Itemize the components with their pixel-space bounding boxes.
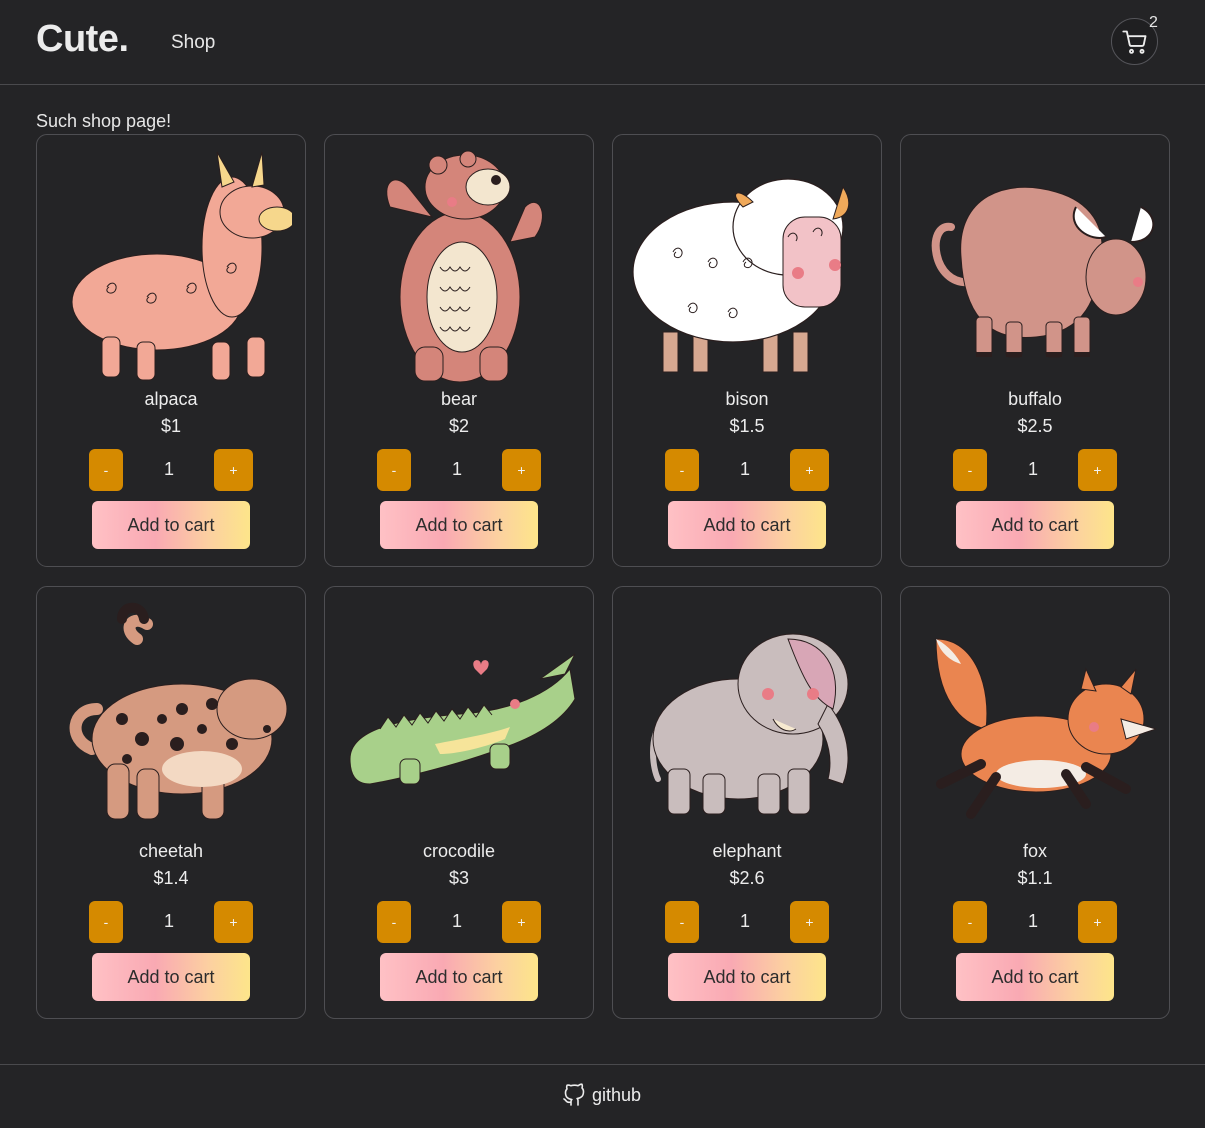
- header: Cute. Shop 2: [0, 0, 1205, 85]
- decrease-quantity-button[interactable]: -: [89, 901, 123, 943]
- add-to-cart-button[interactable]: Add to cart: [380, 953, 538, 1001]
- quantity-stepper: - 1 +: [953, 449, 1119, 491]
- product-price: $2.6: [729, 868, 765, 888]
- increase-quantity-button[interactable]: +: [1078, 449, 1117, 491]
- cheetah-image: [52, 599, 292, 839]
- product-card-crocodile: crocodile $3 - 1 + Add to cart: [324, 586, 594, 1019]
- increase-quantity-button[interactable]: +: [214, 901, 253, 943]
- quantity-stepper: - 1 +: [377, 449, 543, 491]
- product-name: bison: [725, 389, 769, 409]
- product-card-buffalo: buffalo $2.5 - 1 + Add to cart: [900, 134, 1170, 567]
- product-card-fox: fox $1.1 - 1 + Add to cart: [900, 586, 1170, 1019]
- quantity-stepper: - 1 +: [953, 901, 1119, 943]
- quantity-stepper: - 1 +: [377, 901, 543, 943]
- quantity-stepper: - 1 +: [665, 901, 831, 943]
- quantity-value[interactable]: 1: [421, 911, 493, 932]
- product-card-bison: bison $1.5 - 1 + Add to cart: [612, 134, 882, 567]
- product-grid: alpaca $1 - 1 + Add to cart bear $2 - 1 …: [36, 134, 1170, 1019]
- quantity-value[interactable]: 1: [997, 911, 1069, 932]
- product-price: $2.5: [1017, 416, 1053, 436]
- product-card-elephant: elephant $2.6 - 1 + Add to cart: [612, 586, 882, 1019]
- add-to-cart-button[interactable]: Add to cart: [668, 953, 826, 1001]
- quantity-value[interactable]: 1: [709, 459, 781, 480]
- add-to-cart-button[interactable]: Add to cart: [956, 501, 1114, 549]
- github-icon: [563, 1083, 585, 1106]
- increase-quantity-button[interactable]: +: [214, 449, 253, 491]
- increase-quantity-button[interactable]: +: [502, 901, 541, 943]
- decrease-quantity-button[interactable]: -: [377, 901, 411, 943]
- elephant-image: [628, 599, 868, 839]
- quantity-value[interactable]: 1: [709, 911, 781, 932]
- fox-image: [916, 599, 1156, 839]
- increase-quantity-button[interactable]: +: [790, 449, 829, 491]
- add-to-cart-button[interactable]: Add to cart: [92, 501, 250, 549]
- product-card-cheetah: cheetah $1.4 - 1 + Add to cart: [36, 586, 306, 1019]
- bear-image: [340, 147, 580, 387]
- github-label: github: [592, 1084, 642, 1105]
- increase-quantity-button[interactable]: +: [790, 901, 829, 943]
- product-name: elephant: [712, 841, 782, 861]
- add-to-cart-button[interactable]: Add to cart: [668, 501, 826, 549]
- product-price: $1.1: [1017, 868, 1053, 888]
- quantity-value[interactable]: 1: [997, 459, 1069, 480]
- add-to-cart-button[interactable]: Add to cart: [956, 953, 1114, 1001]
- quantity-stepper: - 1 +: [89, 901, 255, 943]
- quantity-stepper: - 1 +: [89, 449, 255, 491]
- product-name: buffalo: [1008, 389, 1062, 409]
- page-subtitle: Such shop page!: [36, 111, 172, 131]
- product-name: crocodile: [422, 841, 496, 861]
- alpaca-image: [52, 147, 292, 387]
- decrease-quantity-button[interactable]: -: [953, 449, 987, 491]
- bison-image: [628, 147, 868, 387]
- product-price: $1.5: [729, 416, 765, 436]
- decrease-quantity-button[interactable]: -: [665, 449, 699, 491]
- product-card-alpaca: alpaca $1 - 1 + Add to cart: [36, 134, 306, 567]
- quantity-stepper: - 1 +: [665, 449, 831, 491]
- product-price: $1.4: [153, 868, 189, 888]
- decrease-quantity-button[interactable]: -: [953, 901, 987, 943]
- add-to-cart-button[interactable]: Add to cart: [380, 501, 538, 549]
- cart-count-badge: 2: [1149, 14, 1158, 31]
- logo[interactable]: Cute.: [36, 18, 129, 61]
- quantity-value[interactable]: 1: [133, 911, 205, 932]
- product-name: fox: [1022, 841, 1047, 861]
- increase-quantity-button[interactable]: +: [1078, 901, 1117, 943]
- nav-shop-link[interactable]: Shop: [171, 32, 215, 54]
- quantity-value[interactable]: 1: [421, 459, 493, 480]
- product-name: bear: [440, 389, 478, 409]
- quantity-value[interactable]: 1: [133, 459, 205, 480]
- product-price: $1: [160, 416, 182, 436]
- footer: github: [0, 1064, 1205, 1128]
- product-card-bear: bear $2 - 1 + Add to cart: [324, 134, 594, 567]
- product-price: $3: [448, 868, 470, 888]
- decrease-quantity-button[interactable]: -: [89, 449, 123, 491]
- product-name: alpaca: [144, 389, 198, 409]
- buffalo-image: [916, 147, 1156, 387]
- product-price: $2: [448, 416, 470, 436]
- decrease-quantity-button[interactable]: -: [665, 901, 699, 943]
- cart-icon: [1121, 30, 1146, 54]
- increase-quantity-button[interactable]: +: [502, 449, 541, 491]
- add-to-cart-button[interactable]: Add to cart: [92, 953, 250, 1001]
- github-link[interactable]: github: [562, 1083, 641, 1107]
- product-name: cheetah: [138, 841, 204, 861]
- decrease-quantity-button[interactable]: -: [377, 449, 411, 491]
- crocodile-image: [340, 599, 580, 839]
